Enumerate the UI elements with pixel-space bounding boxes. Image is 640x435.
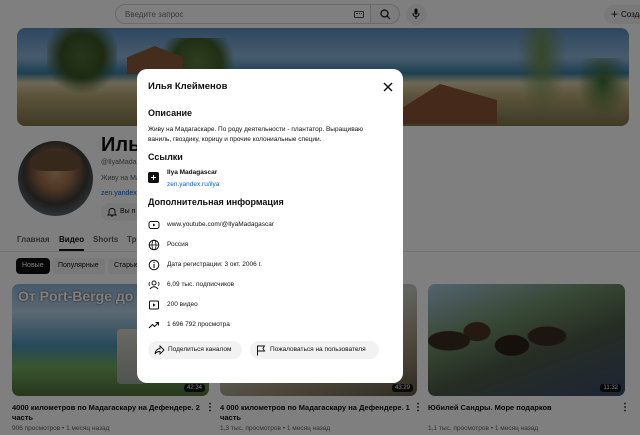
trending-icon <box>148 321 160 329</box>
link-icon <box>148 172 159 183</box>
share-channel-button[interactable]: Поделиться каналом <box>148 341 242 359</box>
info-icon <box>148 259 160 271</box>
close-button[interactable] <box>380 79 396 95</box>
description-heading: Описание <box>148 108 193 118</box>
report-user-button[interactable]: Пожаловаться на пользователя <box>250 341 379 359</box>
links-heading: Ссылки <box>148 152 183 162</box>
link-url[interactable]: zen.yandex.ru/ilya <box>167 181 219 188</box>
more-info-heading: Дополнительная информация <box>148 197 284 207</box>
description-text: Живу на Мадагаскаре. По роду деятельност… <box>148 126 364 143</box>
info-text: Дата регистрации: 3 окт. 2006 г. <box>167 261 262 268</box>
video-icon <box>149 300 159 310</box>
channel-about-dialog: Илья Клейменов Описание Живу на Мадагаск… <box>137 69 403 383</box>
info-text: 1 696 792 просмотра <box>167 321 230 328</box>
info-text: 6,09 тыс. подписчиков <box>167 281 235 288</box>
link-name: Ilya Madagascar <box>167 169 218 176</box>
share-icon <box>154 345 165 355</box>
share-label: Поделиться каналом <box>168 346 232 353</box>
globe-icon <box>148 239 160 251</box>
info-text: 200 видео <box>167 301 198 308</box>
globe-link-icon <box>148 221 160 229</box>
subscribers-icon <box>148 280 160 290</box>
close-icon <box>383 82 393 92</box>
info-text[interactable]: www.youtube.com/@IlyaMadagascar <box>167 221 274 228</box>
flag-icon <box>257 345 266 356</box>
info-text: Россия <box>167 241 189 248</box>
dialog-title: Илья Клейменов <box>148 81 228 92</box>
report-label: Пожаловаться на пользователя <box>270 346 366 353</box>
